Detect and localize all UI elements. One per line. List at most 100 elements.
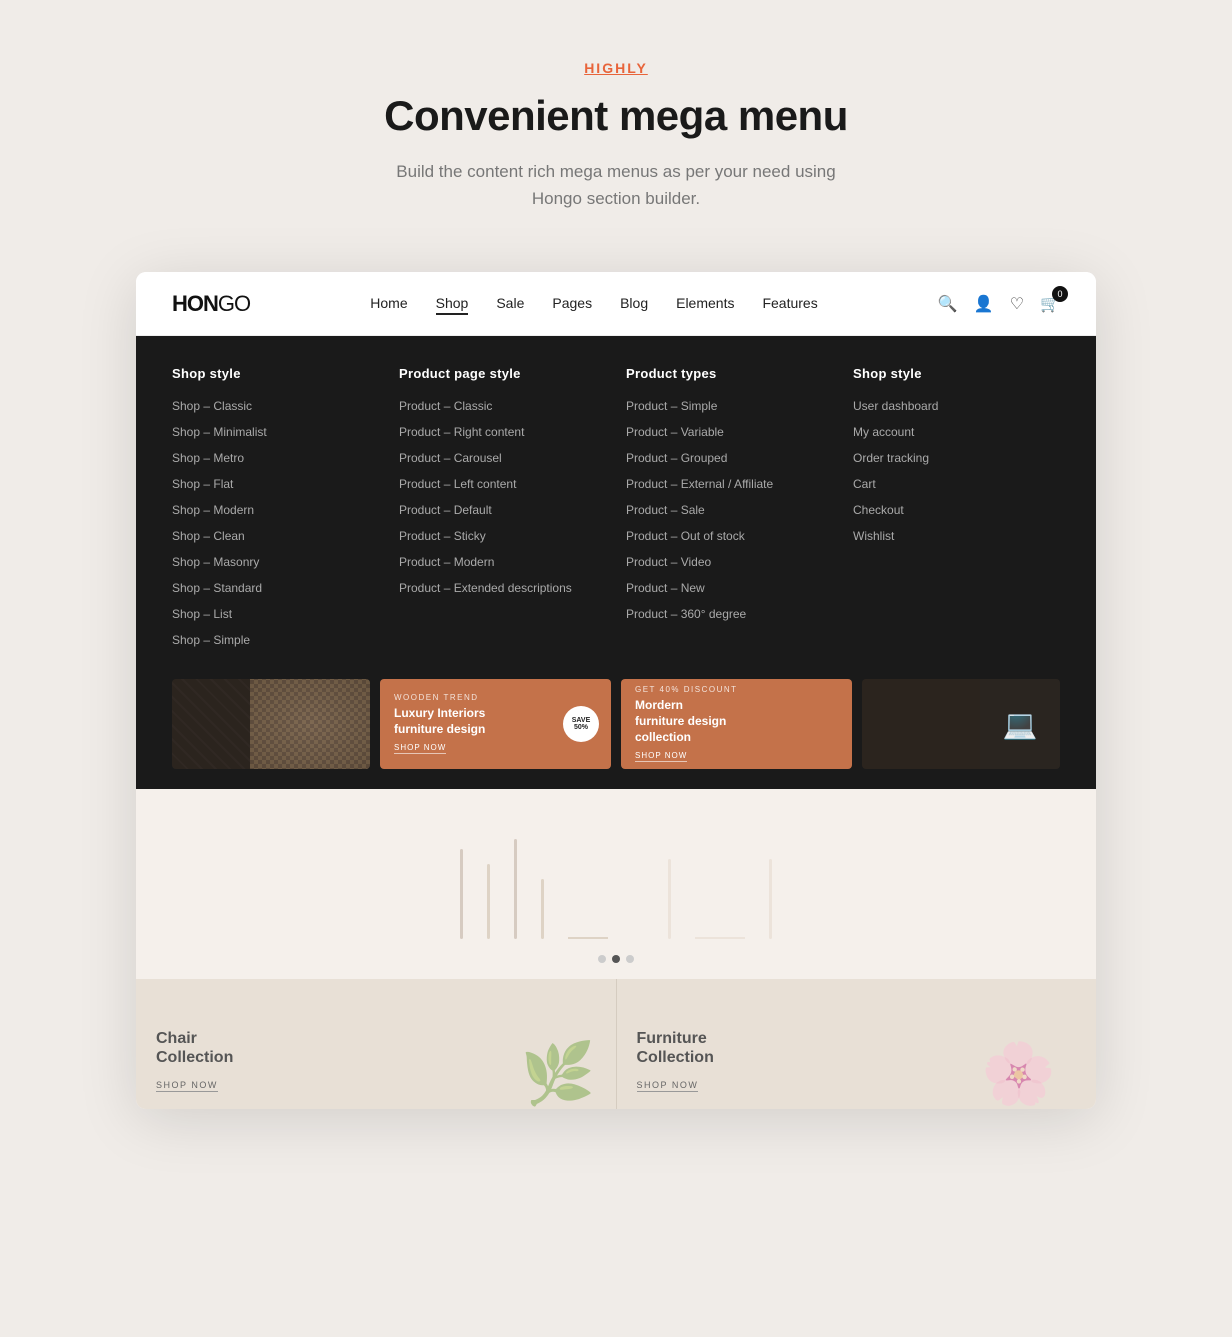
furniture-decorative: 🌸	[981, 1038, 1056, 1109]
banner-luxury-text: WOODEN TREND Luxury Interiors furniture …	[380, 681, 508, 767]
dot-3[interactable]	[626, 955, 634, 963]
list-item[interactable]: Shop – Modern	[172, 501, 379, 519]
list-item[interactable]: Shop – Clean	[172, 527, 379, 545]
nav-features[interactable]: Features	[762, 295, 817, 313]
chair-decorative: 🌿	[521, 1038, 596, 1109]
mega-menu-columns: Shop style Shop – Classic Shop – Minimal…	[172, 366, 1060, 657]
list-item[interactable]: Product – Simple	[626, 397, 833, 415]
list-item[interactable]: Shop – Metro	[172, 449, 379, 467]
list-item[interactable]: Product – Variable	[626, 423, 833, 441]
nav-shop[interactable]: Shop	[436, 295, 469, 313]
mega-col-title-shop-style: Shop style	[172, 366, 379, 381]
mega-col-shop-style: Shop style Shop – Classic Shop – Minimal…	[172, 366, 399, 657]
nav-home[interactable]: Home	[370, 295, 407, 313]
shop-style-list: Shop – Classic Shop – Minimalist Shop – …	[172, 397, 379, 649]
banner-mordern-shop[interactable]: SHOP NOW	[635, 751, 687, 762]
list-item[interactable]: Product – Grouped	[626, 449, 833, 467]
banner-mordern[interactable]: GET 40% DISCOUNT Mordern furniture desig…	[621, 679, 852, 769]
mega-col-product-types: Product types Product – Simple Product –…	[626, 366, 853, 657]
section-title: Convenient mega menu	[384, 92, 848, 140]
nav-elements[interactable]: Elements	[676, 295, 734, 313]
collection-panels: ChairCollection SHOP NOW 🌿 FurnitureColl…	[136, 979, 1096, 1109]
search-icon[interactable]: 🔍	[938, 294, 958, 314]
list-item[interactable]: Shop – Standard	[172, 579, 379, 597]
collection-panel-chair: ChairCollection SHOP NOW 🌿	[136, 979, 617, 1109]
list-item[interactable]: Wishlist	[853, 527, 1060, 545]
product-types-list: Product – Simple Product – Variable Prod…	[626, 397, 833, 623]
collection-panel-chair-text: ChairCollection SHOP NOW	[156, 1029, 233, 1093]
list-item[interactable]: Product – Extended descriptions	[399, 579, 606, 597]
list-item[interactable]: Shop – List	[172, 605, 379, 623]
nav-blog[interactable]: Blog	[620, 295, 648, 313]
cart-icon[interactable]: 🛒 0	[1040, 294, 1060, 314]
collection-panel-furniture: FurnitureCollection SHOP NOW 🌸	[617, 979, 1097, 1109]
list-item[interactable]: Product – Right content	[399, 423, 606, 441]
banner-luxury[interactable]: WOODEN TREND Luxury Interiors furniture …	[380, 679, 611, 769]
list-item[interactable]: Product – Left content	[399, 475, 606, 493]
list-item[interactable]: Shop – Classic	[172, 397, 379, 415]
chair-collection-title: ChairCollection	[156, 1029, 233, 1067]
mega-col-product-page: Product page style Product – Classic Pro…	[399, 366, 626, 657]
dot-1[interactable]	[598, 955, 606, 963]
list-item[interactable]: Product – Video	[626, 553, 833, 571]
mega-col-title-account: Shop style	[853, 366, 1060, 381]
list-item[interactable]: Shop – Flat	[172, 475, 379, 493]
banner-luxury-tag: WOODEN TREND	[394, 693, 494, 702]
browser-mockup: HONGO Home Shop Sale Pages Blog Elements…	[136, 272, 1096, 1109]
banner-mordern-text: GET 40% DISCOUNT Mordern furniture desig…	[621, 679, 752, 769]
mega-menu: Shop style Shop – Classic Shop – Minimal…	[136, 336, 1096, 789]
mega-col-title-product-page: Product page style	[399, 366, 606, 381]
list-item[interactable]: Product – Default	[399, 501, 606, 519]
list-item[interactable]: Product – External / Affiliate	[626, 475, 833, 493]
pagination-dots	[136, 939, 1096, 979]
list-item[interactable]: Product – New	[626, 579, 833, 597]
account-list: User dashboard My account Order tracking…	[853, 397, 1060, 545]
furniture-shop-now[interactable]: SHOP NOW	[637, 1080, 699, 1092]
banner-wicker-img	[250, 679, 370, 769]
list-item[interactable]: Product – Sale	[626, 501, 833, 519]
banner-mordern-tag: GET 40% DISCOUNT	[635, 685, 738, 694]
dot-2[interactable]	[612, 955, 620, 963]
furniture-collection-title: FurnitureCollection	[637, 1029, 714, 1067]
list-item[interactable]: Shop – Simple	[172, 631, 379, 649]
list-item[interactable]: Product – Sticky	[399, 527, 606, 545]
list-item[interactable]: Shop – Masonry	[172, 553, 379, 571]
banner-laptop-img	[980, 679, 1060, 769]
site-content: ChairCollection SHOP NOW 🌿 FurnitureColl…	[136, 789, 1096, 1109]
banner-laptop[interactable]	[862, 679, 1060, 769]
list-item[interactable]: User dashboard	[853, 397, 1060, 415]
mega-banners: WOODEN TREND Luxury Interiors furniture …	[172, 679, 1060, 769]
collection-panel-furniture-text: FurnitureCollection SHOP NOW	[637, 1029, 714, 1093]
cart-count: 0	[1052, 286, 1068, 302]
furniture-stands	[136, 819, 1096, 939]
list-item[interactable]: Product – Out of stock	[626, 527, 833, 545]
product-page-list: Product – Classic Product – Right conten…	[399, 397, 606, 597]
navbar-menu: Home Shop Sale Pages Blog Elements Featu…	[370, 295, 817, 313]
banner-luxury-shop[interactable]: SHOP NOW	[394, 743, 446, 754]
list-item[interactable]: Product – Modern	[399, 553, 606, 571]
banner-save-badge: SAVE50%	[563, 706, 599, 742]
mega-col-title-product-types: Product types	[626, 366, 833, 381]
list-item[interactable]: Checkout	[853, 501, 1060, 519]
list-item[interactable]: My account	[853, 423, 1060, 441]
list-item[interactable]: Shop – Minimalist	[172, 423, 379, 441]
user-icon[interactable]: 👤	[974, 294, 994, 314]
list-item[interactable]: Product – Carousel	[399, 449, 606, 467]
banner-mordern-title: Mordern furniture design collection	[635, 698, 735, 745]
mega-col-account: Shop style User dashboard My account Ord…	[853, 366, 1060, 657]
heart-icon[interactable]: ♡	[1010, 294, 1024, 314]
section-description: Build the content rich mega menus as per…	[376, 158, 856, 212]
banner-wicker[interactable]	[172, 679, 370, 769]
list-item[interactable]: Product – 360° degree	[626, 605, 833, 623]
list-item[interactable]: Product – Classic	[399, 397, 606, 415]
list-item[interactable]: Cart	[853, 475, 1060, 493]
nav-pages[interactable]: Pages	[552, 295, 592, 313]
navbar: HONGO Home Shop Sale Pages Blog Elements…	[136, 272, 1096, 336]
section-label: HIGHLY	[584, 60, 648, 76]
chair-shop-now[interactable]: SHOP NOW	[156, 1080, 218, 1092]
banner-luxury-title: Luxury Interiors furniture design	[394, 706, 494, 737]
list-item[interactable]: Order tracking	[853, 449, 1060, 467]
navbar-icons: 🔍 👤 ♡ 🛒 0	[938, 294, 1060, 314]
nav-sale[interactable]: Sale	[496, 295, 524, 313]
logo: HONGO	[172, 291, 250, 317]
